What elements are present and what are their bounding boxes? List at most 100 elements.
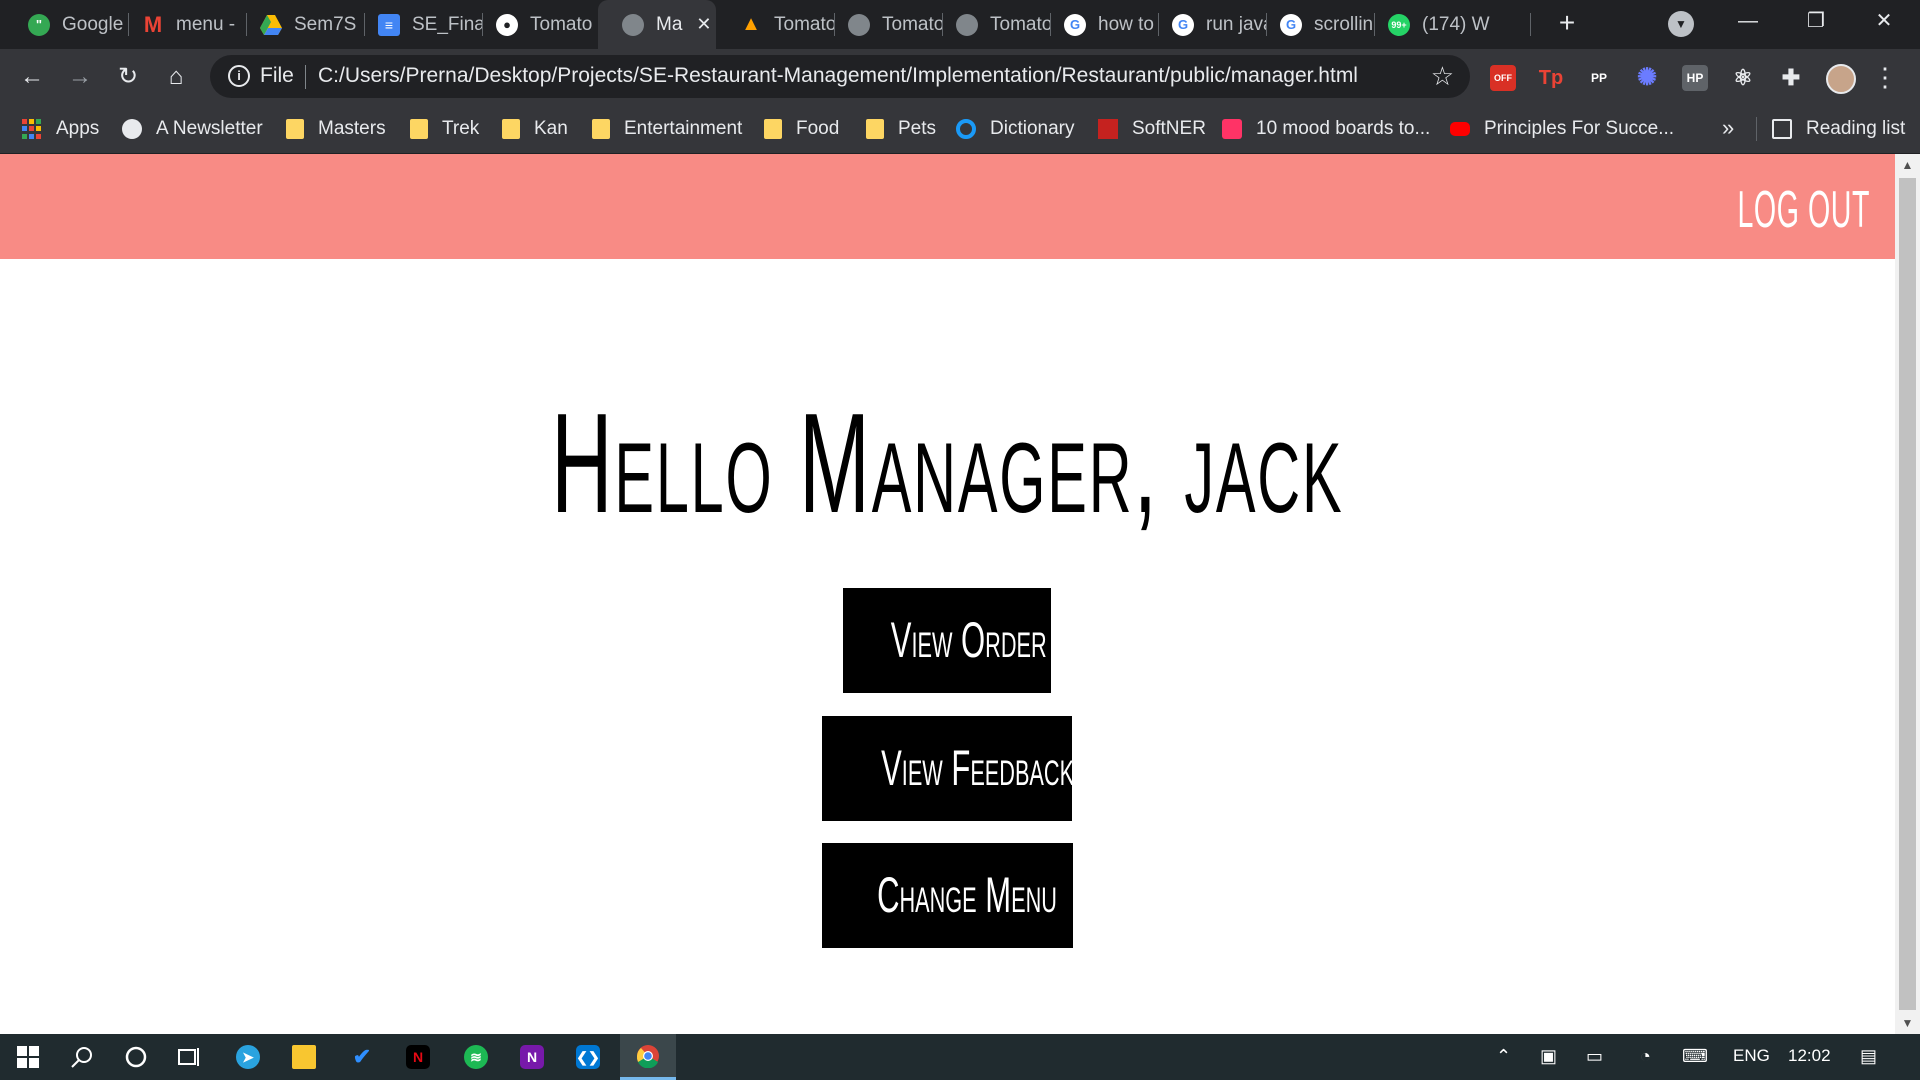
bookmark-food[interactable]: Food (764, 105, 839, 153)
globe-icon (122, 119, 142, 139)
tab-search-icon[interactable]: ▼ (1668, 11, 1694, 37)
windows-start-icon[interactable] (0, 1034, 56, 1080)
profile-avatar[interactable] (1826, 64, 1856, 94)
tab-google-search-3[interactable]: G scrollin (1256, 0, 1374, 49)
pp-extension-icon[interactable]: PP (1586, 65, 1612, 91)
windows-taskbar: ➤ ✔ N ≋ N ❮❯ ⌃ ▣ ▭ ◔ ⌨ ENG 12:02 ▤ (0, 1034, 1920, 1080)
search-icon[interactable] (54, 1034, 110, 1080)
system-clock[interactable]: 12:02 (1788, 1046, 1831, 1066)
bookmark-label: Dictionary (990, 118, 1075, 139)
meet-now-icon[interactable]: ▣ (1540, 1046, 1557, 1067)
new-tab-button[interactable]: + (1550, 6, 1584, 40)
tab-title: Tomato (530, 13, 593, 35)
tab-separator (1530, 13, 1531, 36)
wifi-icon[interactable]: ◔ (1640, 1046, 1651, 1067)
bookmark-trek[interactable]: Trek (410, 105, 479, 153)
url-text[interactable]: C:/Users/Prerna/Desktop/Projects/SE-Rest… (318, 64, 1358, 88)
spotify-icon[interactable]: ≋ (448, 1034, 504, 1080)
bookmark-principles[interactable]: Principles For Succe... (1450, 105, 1674, 153)
bookmark-dictionary[interactable]: Dictionary (956, 105, 1074, 153)
bookmark-label: 10 mood boards to... (1256, 118, 1431, 139)
bookmark-label: Pets (898, 118, 937, 139)
task-view-icon[interactable] (162, 1034, 218, 1080)
snowflake-extension-icon[interactable]: ✺ (1634, 65, 1660, 91)
close-window-icon[interactable]: ✕ (1850, 0, 1918, 44)
bookmark-label: A Newsletter (156, 118, 263, 139)
adblock-off-icon[interactable]: OFF (1490, 65, 1516, 91)
extensions-puzzle-icon[interactable]: ✚ (1778, 65, 1804, 91)
bookmark-label: Masters (318, 118, 386, 139)
bookmark-masters[interactable]: Masters (286, 105, 386, 153)
home-icon[interactable]: ⌂ (158, 59, 194, 95)
tab-firebase[interactable]: ▲ Tomato (716, 0, 834, 49)
bookmark-label: Apps (56, 118, 100, 139)
scrollbar-thumb[interactable] (1899, 178, 1916, 1010)
logout-link[interactable]: LOG OUT (1737, 180, 1870, 240)
notifications-icon[interactable]: ▤ (1860, 1046, 1877, 1067)
telegram-icon[interactable]: ➤ (220, 1034, 276, 1080)
folder-icon (866, 119, 884, 139)
file-explorer-icon[interactable] (276, 1034, 332, 1080)
vscode-icon[interactable]: ❮❯ (560, 1034, 616, 1080)
tab-gmail[interactable]: M menu - (118, 0, 246, 49)
tab-google-search-1[interactable]: G how to (1040, 0, 1158, 49)
view-order-button[interactable]: View Order (843, 588, 1051, 693)
page-scrollbar[interactable]: ▲ ▼ (1895, 154, 1920, 1034)
back-icon[interactable]: ← (14, 59, 50, 95)
page-title: Hello Manager, jack (0, 382, 1895, 546)
bookmark-a-newsletter[interactable]: A Newsletter (122, 105, 263, 153)
view-feedback-button[interactable]: View Feedback (822, 716, 1072, 821)
bookmark-pets[interactable]: Pets (866, 105, 936, 153)
google-icon: G (1280, 13, 1302, 36)
url-scheme-label: File (260, 64, 294, 87)
restore-icon[interactable]: ❐ (1782, 0, 1850, 44)
tab-github[interactable]: ● Tomato (472, 0, 600, 49)
reload-icon[interactable]: ↻ (110, 59, 146, 95)
tab-google-docs[interactable]: ≡ SE_Fina (354, 0, 482, 49)
input-language[interactable]: ENG (1733, 1046, 1770, 1066)
cortana-icon[interactable] (108, 1034, 164, 1080)
onenote-icon[interactable]: N (504, 1034, 560, 1080)
bookmark-apps[interactable]: Apps (22, 105, 99, 153)
address-bar[interactable]: i File C:/Users/Prerna/Desktop/Projects/… (210, 55, 1470, 98)
bookmark-softner[interactable]: SoftNER (1098, 105, 1206, 153)
scroll-down-arrow-icon[interactable]: ▼ (1895, 1016, 1920, 1030)
bookmarks-overflow-button[interactable]: » (1722, 115, 1734, 141)
change-menu-button[interactable]: Change Menu (822, 843, 1073, 948)
site-info-icon[interactable]: i (228, 65, 250, 87)
minimize-icon[interactable]: — (1714, 0, 1782, 44)
todo-icon[interactable]: ✔ (334, 1034, 390, 1080)
keyboard-icon[interactable]: ⌨ (1682, 1046, 1708, 1067)
tab-google-chat[interactable]: " Google (4, 0, 128, 49)
netflix-icon[interactable]: N (390, 1034, 446, 1080)
scroll-up-arrow-icon[interactable]: ▲ (1895, 158, 1920, 172)
bookmark-kan[interactable]: Kan (502, 105, 568, 153)
bookmark-star-icon[interactable]: ☆ (1431, 61, 1454, 92)
browser-tab-strip: " Google M menu - Sem7S ≡ SE_Fina ● Toma… (0, 0, 1920, 49)
google-chat-icon: " (28, 13, 50, 36)
tp-extension-icon[interactable]: Tp (1538, 65, 1564, 91)
button-label: Change Menu (877, 867, 1057, 923)
close-tab-icon[interactable]: ✕ (696, 14, 711, 35)
show-hidden-icons-icon[interactable]: ⌃ (1496, 1046, 1511, 1067)
button-label: View Order (890, 612, 1047, 668)
battery-icon[interactable]: ▭ (1586, 1046, 1603, 1067)
tab-title: how to (1098, 13, 1154, 35)
browser-toolbar: ← → ↻ ⌂ i File C:/Users/Prerna/Desktop/P… (0, 49, 1920, 105)
tab-manager-active[interactable]: Ma ✕ (598, 0, 716, 49)
folder-icon (764, 119, 782, 139)
tab-tomato-2[interactable]: Tomato (824, 0, 942, 49)
bookmark-entertainment[interactable]: Entertainment (592, 105, 742, 153)
browser-menu-icon[interactable]: ⋮ (1872, 61, 1898, 93)
react-devtools-icon[interactable]: ⚛ (1730, 65, 1756, 91)
hp-extension-icon[interactable]: HP (1682, 65, 1708, 91)
tab-google-search-2[interactable]: G run java (1148, 0, 1266, 49)
tab-google-drive[interactable]: Sem7S (236, 0, 364, 49)
tab-whatsapp[interactable]: 99+ (174) W (1364, 0, 1514, 49)
forward-icon[interactable]: → (62, 59, 98, 95)
tab-tomato-3[interactable]: Tomato (932, 0, 1050, 49)
whatsapp-icon: 99+ (1388, 13, 1410, 36)
reading-list-button[interactable]: Reading list (1772, 105, 1905, 153)
bookmark-mood-boards[interactable]: 10 mood boards to... (1222, 105, 1430, 153)
chrome-icon[interactable] (620, 1034, 676, 1080)
